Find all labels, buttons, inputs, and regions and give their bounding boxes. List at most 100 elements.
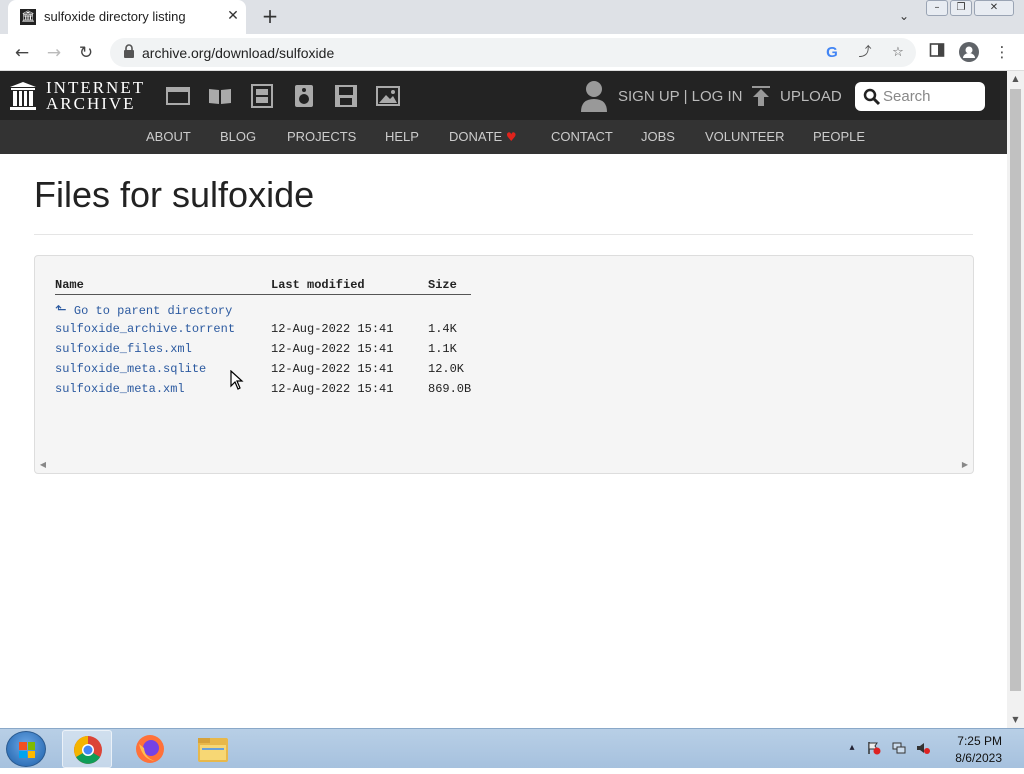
minimize-icon[interactable]: – bbox=[926, 0, 948, 16]
nav-donate-label: DONATE bbox=[449, 129, 503, 144]
parent-directory-label: Go to parent directory bbox=[73, 304, 233, 318]
nav-volunteer[interactable]: VOLUNTEER bbox=[705, 129, 784, 144]
nav-blog[interactable]: BLOG bbox=[220, 129, 256, 144]
nav-projects[interactable]: PROJECTS bbox=[287, 129, 356, 144]
scroll-up-icon[interactable]: ▲ bbox=[1007, 71, 1024, 87]
search-icon bbox=[863, 88, 881, 106]
tab-title: sulfoxide directory listing bbox=[44, 9, 186, 24]
column-header-modified[interactable]: Last modified bbox=[271, 278, 365, 292]
close-window-icon[interactable]: ✕ bbox=[974, 0, 1014, 16]
video-icon[interactable] bbox=[249, 83, 275, 109]
browser-toolbar: ← → ↻ archive.org/download/sulfoxide G ⤴… bbox=[0, 34, 1024, 71]
page-title: Files for sulfoxide bbox=[34, 174, 315, 215]
file-modified: 12-Aug-2022 15:41 bbox=[271, 322, 394, 336]
table-row: sulfoxide_files.xml 12-Aug-2022 15:41 1.… bbox=[35, 342, 535, 360]
header-divider bbox=[55, 294, 471, 295]
taskbar: ▴ 7:25 PM 8/6/2023 bbox=[0, 728, 1024, 768]
firefox-icon[interactable] bbox=[125, 730, 175, 768]
scroll-down-icon[interactable]: ▼ bbox=[1007, 712, 1024, 728]
file-link[interactable]: sulfoxide_files.xml bbox=[55, 342, 192, 356]
network-icon[interactable] bbox=[892, 741, 906, 755]
url-text[interactable]: archive.org/download/sulfoxide bbox=[142, 45, 334, 61]
search-input[interactable]: Search bbox=[883, 88, 931, 105]
file-size: 1.1K bbox=[428, 342, 457, 356]
nav-contact[interactable]: CONTACT bbox=[551, 129, 613, 144]
volume-muted-icon[interactable] bbox=[916, 741, 930, 755]
action-center-icon[interactable] bbox=[867, 741, 881, 755]
tab-close-icon[interactable]: ✕ bbox=[224, 7, 242, 25]
show-hidden-icons-icon[interactable]: ▴ bbox=[845, 741, 859, 755]
chrome-icon[interactable] bbox=[62, 730, 112, 768]
tab-strip: 🏛︎ sulfoxide directory listing ✕ + ⌄ – ❐… bbox=[0, 0, 1024, 34]
forward-icon[interactable]: → bbox=[42, 41, 66, 65]
title-divider bbox=[34, 234, 973, 235]
restore-icon[interactable]: ❐ bbox=[950, 0, 972, 16]
parent-directory-link[interactable]: ⬑ Go to parent directory bbox=[55, 302, 232, 318]
share-icon[interactable]: ⤴ bbox=[856, 44, 874, 62]
ia-logo[interactable]: INTERNET ARCHIVE bbox=[9, 78, 146, 113]
file-link[interactable]: sulfoxide_meta.sqlite bbox=[55, 362, 206, 376]
web-icon[interactable] bbox=[165, 83, 191, 109]
profile-avatar-icon[interactable] bbox=[959, 42, 979, 62]
upload-icon[interactable] bbox=[750, 84, 772, 108]
window-controls: – ❐ ✕ bbox=[926, 0, 1014, 18]
reload-icon[interactable]: ↻ bbox=[74, 41, 98, 65]
signup-login-link[interactable]: SIGN UP | LOG IN bbox=[618, 88, 742, 105]
clock-date[interactable]: 8/6/2023 bbox=[940, 751, 1002, 765]
page-viewport: INTERNET ARCHIVE SIGN UP | LOG IN UPLOAD… bbox=[0, 71, 1007, 728]
table-row: sulfoxide_meta.xml 12-Aug-2022 15:41 869… bbox=[35, 382, 535, 400]
side-panel-icon[interactable] bbox=[927, 42, 947, 62]
clock-time[interactable]: 7:25 PM bbox=[940, 734, 1002, 748]
file-size: 869.0B bbox=[428, 382, 472, 396]
file-modified: 12-Aug-2022 15:41 bbox=[271, 342, 394, 356]
scroll-left-icon[interactable]: ◀ bbox=[37, 457, 49, 473]
audio-icon[interactable] bbox=[291, 83, 317, 109]
address-bar[interactable]: archive.org/download/sulfoxide G ⤴ ☆ bbox=[110, 38, 916, 67]
file-explorer-icon[interactable] bbox=[188, 730, 238, 768]
browser-window: 🏛︎ sulfoxide directory listing ✕ + ⌄ – ❐… bbox=[0, 0, 1024, 728]
file-size: 12.0K bbox=[428, 362, 465, 376]
images-icon[interactable] bbox=[375, 83, 401, 109]
ia-nav-bar: ABOUT BLOG PROJECTS HELP DONATE ♥ CONTAC… bbox=[0, 120, 1007, 154]
scroll-right-icon[interactable]: ▶ bbox=[959, 457, 971, 473]
directory-listing: Name Last modified Size ⬑ Go to parent d… bbox=[34, 255, 974, 474]
browser-tab[interactable]: 🏛︎ sulfoxide directory listing ✕ bbox=[8, 0, 246, 34]
file-modified: 12-Aug-2022 15:41 bbox=[271, 362, 394, 376]
google-icon[interactable]: G bbox=[823, 44, 841, 62]
horizontal-scrollbar[interactable]: ◀ ▶ bbox=[35, 457, 973, 473]
texts-icon[interactable] bbox=[207, 83, 233, 109]
start-button[interactable] bbox=[6, 731, 46, 767]
parent-directory-row: ⬑ Go to parent directory bbox=[35, 302, 535, 320]
nav-about[interactable]: ABOUT bbox=[146, 129, 191, 144]
bookmark-star-icon[interactable]: ☆ bbox=[889, 44, 907, 62]
nav-donate[interactable]: DONATE ♥ bbox=[449, 129, 517, 144]
windows-logo-icon bbox=[19, 742, 35, 758]
table-row: sulfoxide_archive.torrent 12-Aug-2022 15… bbox=[35, 322, 535, 340]
ia-temple-icon bbox=[9, 81, 37, 111]
scrollbar-thumb[interactable] bbox=[1010, 89, 1021, 691]
new-tab-icon[interactable]: + bbox=[258, 5, 282, 29]
menu-icon[interactable]: ⋮ bbox=[992, 42, 1012, 62]
nav-help[interactable]: HELP bbox=[385, 129, 419, 144]
vertical-scrollbar[interactable]: ▲ ▼ bbox=[1007, 71, 1024, 728]
ia-logo-text: INTERNET ARCHIVE bbox=[46, 78, 146, 113]
file-link[interactable]: sulfoxide_meta.xml bbox=[55, 382, 185, 396]
table-row: sulfoxide_meta.sqlite 12-Aug-2022 15:41 … bbox=[35, 362, 535, 380]
heart-icon: ♥ bbox=[505, 130, 517, 144]
search-box[interactable]: Search bbox=[855, 82, 985, 111]
mouse-cursor-icon bbox=[230, 369, 244, 390]
tab-search-icon[interactable]: ⌄ bbox=[895, 9, 913, 25]
parent-directory-icon: ⬑ bbox=[55, 302, 67, 318]
software-icon[interactable] bbox=[333, 83, 359, 109]
file-link[interactable]: sulfoxide_archive.torrent bbox=[55, 322, 235, 336]
upload-link[interactable]: UPLOAD bbox=[780, 88, 842, 105]
column-header-size[interactable]: Size bbox=[428, 278, 457, 292]
back-icon[interactable]: ← bbox=[10, 41, 34, 65]
file-size: 1.4K bbox=[428, 322, 457, 336]
nav-people[interactable]: PEOPLE bbox=[813, 129, 865, 144]
file-modified: 12-Aug-2022 15:41 bbox=[271, 382, 394, 396]
nav-jobs[interactable]: JOBS bbox=[641, 129, 675, 144]
column-header-name[interactable]: Name bbox=[55, 278, 84, 292]
lock-icon[interactable] bbox=[122, 44, 136, 60]
user-icon[interactable] bbox=[580, 80, 608, 112]
